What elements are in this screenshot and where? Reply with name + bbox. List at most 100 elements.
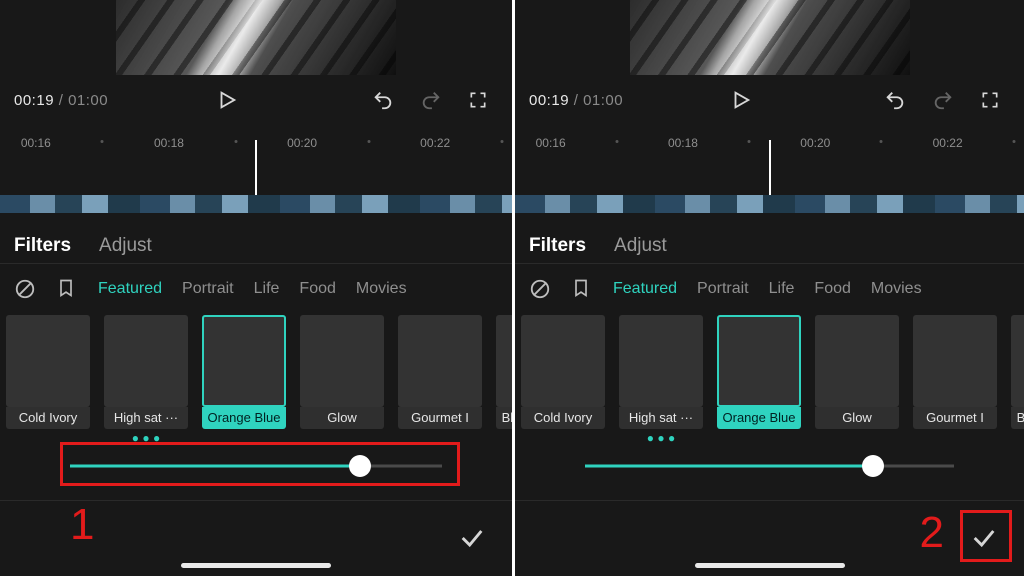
timecode: 00:19 / 01:00 (529, 92, 623, 109)
filter-label: Orange Blue (717, 407, 801, 429)
download-dots-icon: ● ● ● (104, 431, 188, 439)
filter-label: High sat ··· (104, 407, 188, 429)
ruler-tick: 00:22 (933, 136, 963, 150)
filter-gourmet[interactable]: Gourmet I (398, 315, 482, 439)
fullscreen-button[interactable] (468, 90, 498, 110)
filter-gourmet[interactable]: Gourmet I (913, 315, 997, 439)
ruler-dot (234, 140, 237, 143)
filter-next[interactable]: Bla (496, 315, 512, 439)
timecode: 00:19 / 01:00 (14, 92, 108, 109)
filter-thumb (300, 315, 384, 407)
filter-high-sat[interactable]: High sat ··· ● ● ● (104, 315, 188, 439)
filter-cold-ivory[interactable]: Cold Ivory (6, 315, 90, 439)
play-button[interactable] (216, 89, 246, 111)
cat-food[interactable]: Food (814, 280, 850, 298)
cat-featured[interactable]: Featured (613, 280, 677, 298)
bookmark-icon[interactable] (571, 278, 593, 300)
transport-bar: 00:19 / 01:00 (0, 85, 512, 115)
timeline-playhead[interactable] (769, 140, 771, 200)
redo-button (420, 89, 450, 111)
tab-filters[interactable]: Filters (14, 235, 71, 257)
download-dots-icon: ● ● ● (619, 431, 703, 439)
duration: 01:00 (583, 92, 623, 109)
ruler-tick: 00:16 (21, 136, 51, 150)
filter-orange-blue[interactable]: Orange Blue (202, 315, 286, 439)
timeline-playhead[interactable] (255, 140, 257, 200)
filter-thumb (202, 315, 286, 407)
filter-glow[interactable]: Glow (815, 315, 899, 439)
cat-portrait[interactable]: Portrait (697, 280, 749, 298)
video-preview[interactable] (116, 0, 396, 75)
none-icon[interactable] (14, 278, 36, 300)
bookmark-icon[interactable] (56, 278, 78, 300)
cat-portrait[interactable]: Portrait (182, 280, 234, 298)
filter-thumb (104, 315, 188, 407)
fullscreen-button[interactable] (980, 90, 1010, 110)
timeline-clip[interactable] (515, 195, 1024, 213)
time-sep: / (569, 92, 583, 109)
tutorial-step-number: 1 (70, 500, 94, 550)
filter-thumb (1011, 315, 1024, 407)
home-indicator (181, 563, 331, 568)
filter-label: Bla (1011, 407, 1024, 429)
filter-orange-blue[interactable]: Orange Blue (717, 315, 801, 439)
tab-adjust[interactable]: Adjust (99, 235, 152, 257)
filter-high-sat[interactable]: High sat ···● ● ● (619, 315, 703, 439)
filter-glow[interactable]: Glow (300, 315, 384, 439)
cat-life[interactable]: Life (254, 280, 280, 298)
filter-categories: Featured Portrait Life Food Movies (0, 272, 512, 306)
transport-bar: 00:19 / 01:00 (515, 85, 1024, 115)
current-time: 00:19 (529, 92, 569, 109)
ruler-dot (101, 140, 104, 143)
divider (515, 500, 1024, 501)
cat-movies[interactable]: Movies (871, 280, 922, 298)
redo-button (932, 89, 962, 111)
edit-tabs: Filters Adjust (0, 225, 512, 264)
intensity-slider[interactable] (585, 452, 954, 480)
undo-button[interactable] (884, 89, 914, 111)
filter-thumb (913, 315, 997, 407)
ruler-dot (880, 140, 883, 143)
duration: 01:00 (68, 92, 108, 109)
cat-food[interactable]: Food (299, 280, 335, 298)
home-indicator (695, 563, 845, 568)
ruler-tick: 00:18 (154, 136, 184, 150)
filter-thumb (521, 315, 605, 407)
time-sep: / (54, 92, 68, 109)
ruler-dot (367, 140, 370, 143)
ruler-dot (500, 140, 503, 143)
confirm-button[interactable] (458, 524, 488, 554)
filter-cold-ivory[interactable]: Cold Ivory (521, 315, 605, 439)
cat-movies[interactable]: Movies (356, 280, 407, 298)
tutorial-step-2-screenshot: 00:19 / 01:00 00:16 00:18 00:20 00:22 (512, 0, 1024, 576)
filter-thumb (496, 315, 512, 407)
tutorial-highlight-slider (60, 442, 460, 486)
filter-label: Bla (496, 407, 512, 429)
filter-next[interactable]: Bla (1011, 315, 1024, 439)
cat-featured[interactable]: Featured (98, 280, 162, 298)
none-icon[interactable] (529, 278, 551, 300)
tab-filters[interactable]: Filters (529, 235, 586, 257)
ruler-tick: 00:20 (800, 136, 830, 150)
filter-label: Glow (300, 407, 384, 429)
filter-label: Gourmet I (398, 407, 482, 429)
tab-adjust[interactable]: Adjust (614, 235, 667, 257)
filter-label: Cold Ivory (6, 407, 90, 429)
video-preview[interactable] (630, 0, 910, 75)
ruler-tick: 00:20 (287, 136, 317, 150)
filter-thumb (6, 315, 90, 407)
filter-label: Cold Ivory (521, 407, 605, 429)
ruler-tick: 00:16 (536, 136, 566, 150)
filter-thumb (815, 315, 899, 407)
filter-label: Orange Blue (202, 407, 286, 429)
filter-label: Glow (815, 407, 899, 429)
undo-button[interactable] (372, 89, 402, 111)
filter-thumb (619, 315, 703, 407)
current-time: 00:19 (14, 92, 54, 109)
timeline-clip[interactable] (0, 195, 512, 213)
filter-label: Gourmet I (913, 407, 997, 429)
play-button[interactable] (730, 89, 760, 111)
cat-life[interactable]: Life (769, 280, 795, 298)
ruler-tick: 00:22 (420, 136, 450, 150)
slider-knob[interactable] (862, 455, 884, 477)
